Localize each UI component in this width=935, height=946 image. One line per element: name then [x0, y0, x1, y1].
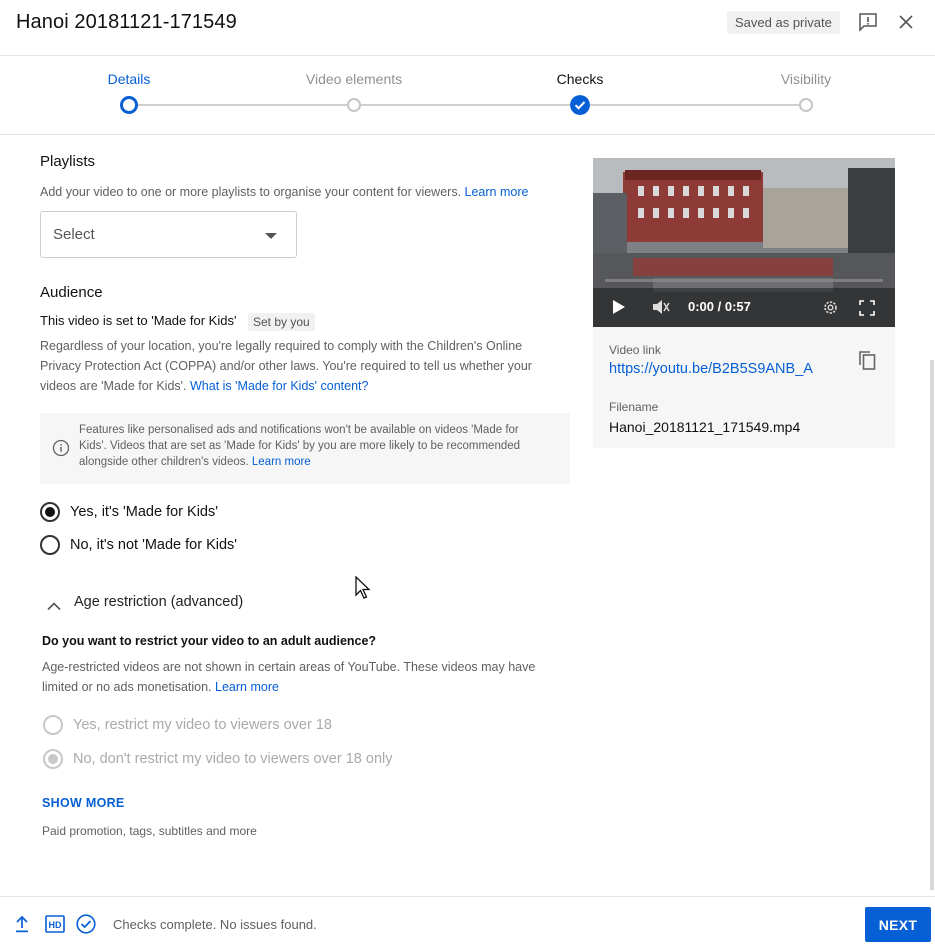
info-text-line3: alongside other children's videos. Learn… [79, 454, 559, 470]
step-checks-label[interactable]: Checks [557, 71, 604, 87]
scrollbar[interactable] [930, 360, 934, 890]
age-restriction-toggle[interactable]: Age restriction (advanced) [74, 594, 243, 610]
what-is-made-for-kids-link[interactable]: What is 'Made for Kids' content? [190, 379, 368, 393]
age-restriction-desc-line1: Age-restricted videos are not shown in c… [42, 660, 536, 674]
details-form: Playlists Add your video to one or more … [0, 136, 935, 896]
volume-muted-icon[interactable] [651, 298, 671, 316]
hd-icon[interactable]: HD [45, 915, 65, 933]
step-video-elements-label[interactable]: Video elements [306, 71, 402, 87]
playlists-title: Playlists [40, 153, 96, 170]
checks-complete-icon[interactable] [76, 914, 96, 934]
made-for-kids-yes-radio[interactable] [40, 502, 60, 522]
fullscreen-icon[interactable] [859, 300, 875, 316]
feedback-icon[interactable] [858, 12, 878, 32]
checks-status-text: Checks complete. No issues found. [113, 917, 317, 932]
age-restrict-no-radio[interactable] [43, 749, 63, 769]
upload-icon[interactable] [14, 915, 30, 933]
audience-description-line1: Regardless of your location, you're lega… [40, 339, 523, 353]
playlist-select[interactable]: Select [40, 211, 297, 258]
age-restriction-learn-more-link[interactable]: Learn more [215, 680, 279, 694]
saved-status-badge: Saved as private [727, 11, 840, 34]
step-details-dot[interactable] [120, 96, 138, 114]
settings-gear-icon[interactable] [822, 299, 839, 316]
step-visibility-dot[interactable] [799, 98, 813, 112]
info-text-line3-text: alongside other children's videos. [79, 456, 249, 468]
close-icon[interactable] [896, 12, 916, 32]
info-learn-more-link[interactable]: Learn more [252, 456, 311, 468]
next-button[interactable]: NEXT [865, 907, 931, 942]
made-for-kids-no-radio[interactable] [40, 535, 60, 555]
step-visibility-label[interactable]: Visibility [781, 71, 831, 87]
audience-description-line3: videos are 'Made for Kids'. What is 'Mad… [40, 376, 368, 396]
show-more-button[interactable]: SHOW MORE [42, 796, 125, 810]
video-title: Hanoi 20181121-171549 [16, 11, 237, 33]
made-for-kids-info-box: Features like personalised ads and notif… [40, 413, 570, 484]
playlist-select-value: Select [53, 226, 95, 243]
set-by-badge: Set by you [248, 313, 315, 331]
video-link-label: Video link [609, 343, 661, 357]
video-preview-card: 0:00 / 0:57 Video link https://youtu.be/… [593, 158, 895, 448]
step-checks-done-icon[interactable] [570, 95, 590, 115]
playlists-description: Add your video to one or more playlists … [40, 182, 528, 202]
dialog-header: Hanoi 20181121-171549 Saved as private [0, 0, 935, 46]
info-icon [52, 439, 70, 457]
step-details-label[interactable]: Details [108, 71, 151, 87]
hd-icon-text: HD [49, 920, 62, 930]
dialog-footer: HD Checks complete. No issues found. NEX… [0, 896, 935, 946]
dropdown-caret-icon [265, 233, 277, 239]
info-text: Features like personalised ads and notif… [79, 422, 559, 470]
age-restriction-desc-text: limited or no ads monetisation. [42, 680, 212, 694]
info-text-line2: Kids'. Videos that are set as 'Made for … [79, 440, 521, 452]
filename-value: Hanoi_20181121_171549.mp4 [609, 419, 801, 435]
copy-icon[interactable] [857, 349, 877, 371]
play-icon[interactable] [612, 299, 626, 315]
playlists-learn-more-link[interactable]: Learn more [465, 185, 529, 199]
audience-description-line2: Privacy Protection Act (COPPA) and/or ot… [40, 359, 532, 373]
video-link[interactable]: https://youtu.be/B2B5S9ANB_A [609, 361, 813, 377]
made-for-kids-no-label[interactable]: No, it's not 'Made for Kids' [70, 537, 237, 553]
audience-title: Audience [40, 284, 103, 301]
show-more-description: Paid promotion, tags, subtitles and more [42, 824, 257, 838]
mouse-cursor-icon [355, 576, 371, 599]
age-restrict-yes-radio[interactable] [43, 715, 63, 735]
age-restrict-no-label[interactable]: No, don't restrict my video to viewers o… [73, 751, 392, 767]
age-restriction-desc-line2: limited or no ads monetisation. Learn mo… [42, 677, 279, 697]
info-text-line1: Features like personalised ads and notif… [79, 424, 519, 436]
made-for-kids-yes-label[interactable]: Yes, it's 'Made for Kids' [70, 504, 218, 520]
playlists-description-text: Add your video to one or more playlists … [40, 185, 462, 199]
audience-description-text: videos are 'Made for Kids'. [40, 379, 187, 393]
progress-stepper: Details Video elements Checks Visibility [0, 55, 935, 135]
video-time: 0:00 / 0:57 [688, 299, 751, 314]
step-video-elements-dot[interactable] [347, 98, 361, 112]
made-for-kids-status: This video is set to 'Made for Kids' [40, 313, 237, 328]
age-restrict-yes-label[interactable]: Yes, restrict my video to viewers over 1… [73, 717, 332, 733]
age-restriction-question: Do you want to restrict your video to an… [42, 634, 377, 648]
chevron-up-icon[interactable] [47, 601, 61, 611]
video-player[interactable]: 0:00 / 0:57 [593, 158, 895, 327]
filename-label: Filename [609, 400, 659, 414]
